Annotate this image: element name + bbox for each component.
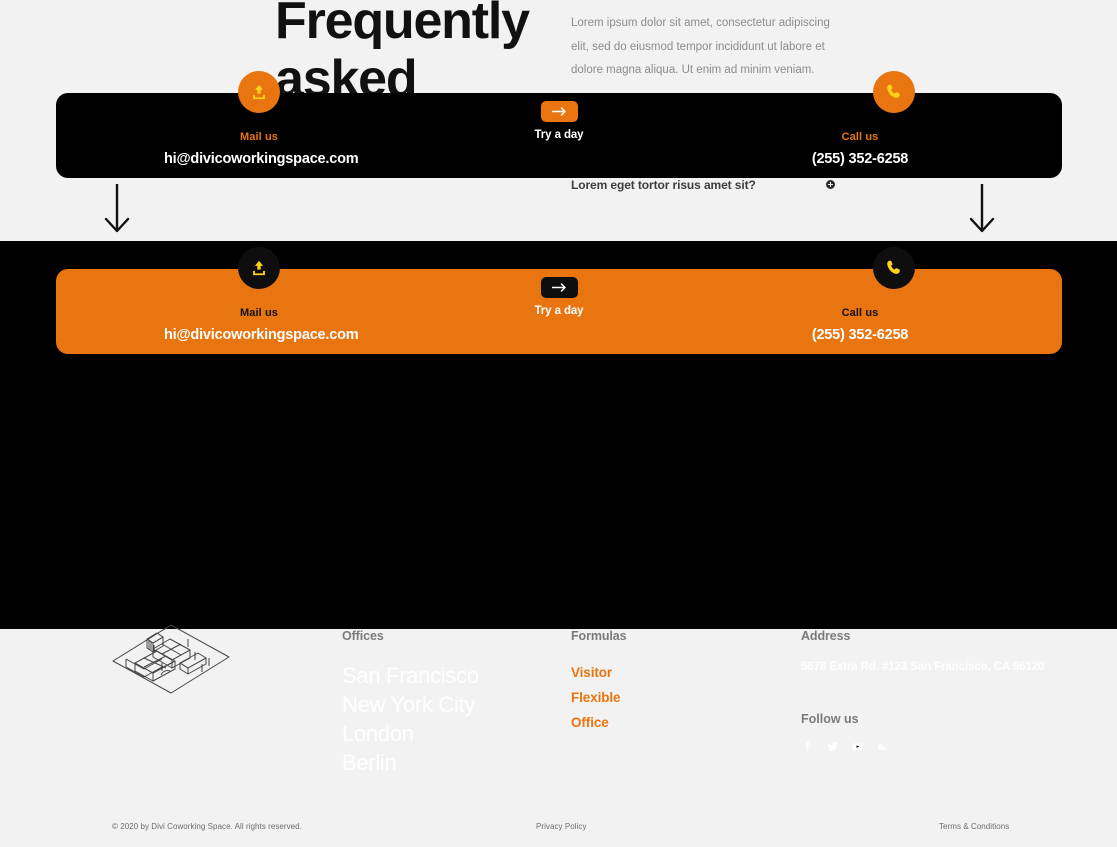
follow-us-heading: Follow us — [801, 712, 859, 726]
upload-icon[interactable] — [238, 71, 280, 113]
faq-question-2: Lorem eget tortor risus amet sit? — [571, 177, 756, 192]
footer-column-address: Address 5678 Extra Rd. #123 San Francisc… — [801, 629, 1044, 753]
list-item[interactable]: Flexible — [571, 686, 626, 711]
list-item[interactable]: San Francisco — [342, 661, 479, 690]
privacy-policy-link[interactable]: Privacy Policy — [536, 822, 587, 831]
offices-heading: Offices — [342, 629, 384, 643]
call-us-label: Call us — [841, 131, 879, 143]
footer-column-offices: Offices San Francisco New York City Lond… — [342, 629, 479, 777]
twitter-icon[interactable] — [826, 740, 839, 753]
youtube-icon[interactable] — [851, 740, 864, 753]
site-footer: Offices San Francisco New York City Lond… — [0, 241, 1117, 831]
list-item[interactable]: New York City — [342, 690, 479, 719]
call-us-block-black[interactable]: Call us (255) 352-6258 — [765, 131, 955, 167]
terms-conditions-link[interactable]: Terms & Conditions — [939, 822, 1009, 831]
list-item[interactable]: Visitor — [571, 661, 626, 686]
list-item[interactable]: Office — [571, 711, 626, 736]
list-item[interactable]: Berlin — [342, 748, 479, 777]
arrow-right-icon[interactable] — [540, 101, 578, 122]
isometric-floorplan-logo[interactable] — [110, 619, 232, 704]
social-links — [801, 740, 1044, 753]
arrow-down-icon — [968, 183, 996, 240]
list-item[interactable]: London — [342, 719, 479, 748]
page-root: Frequently asked Lorem ipsum dolor sit a… — [0, 0, 1117, 831]
copyright-text: © 2020 by Divi Coworking Space. All righ… — [112, 822, 302, 831]
faq-accordion-item-2[interactable]: Lorem eget tortor risus amet sit? — [571, 178, 836, 192]
mail-us-block-black[interactable]: Mail us hi@divicoworkingspace.com — [164, 131, 359, 167]
formulas-heading: Formulas — [571, 629, 627, 643]
call-us-value[interactable]: (255) 352-6258 — [765, 151, 955, 167]
faq-intro-text: Lorem ipsum dolor sit amet, consectetur … — [571, 17, 830, 77]
arrow-down-icon — [103, 183, 131, 240]
cta-bar-black: Try a day Mail us hi@divicoworkingspace.… — [56, 71, 1062, 178]
mail-us-value[interactable]: hi@divicoworkingspace.com — [164, 151, 359, 167]
page-title-line-1: Frequently — [275, 0, 530, 50]
plus-icon[interactable] — [826, 180, 835, 190]
facebook-icon[interactable] — [801, 740, 814, 753]
try-a-day-label: Try a day — [534, 129, 584, 141]
phone-icon[interactable] — [873, 71, 915, 113]
address-line: 5678 Extra Rd. #123 San Francisco, CA 96… — [801, 661, 1045, 673]
dribbble-icon[interactable] — [876, 740, 889, 753]
address-heading: Address — [801, 629, 851, 643]
try-a-day-cta-black[interactable]: Try a day — [504, 101, 614, 141]
footer-column-formulas: Formulas Visitor Flexible Office — [571, 629, 627, 736]
mail-us-label: Mail us — [240, 131, 278, 143]
